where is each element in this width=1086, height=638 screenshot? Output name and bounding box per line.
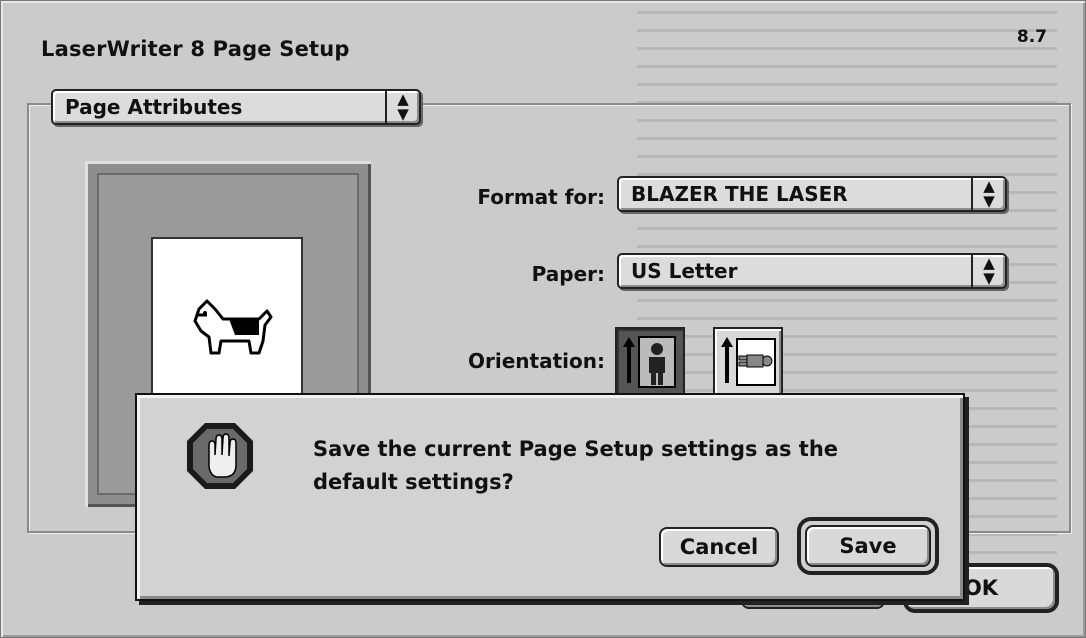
paper-label: Paper: bbox=[531, 262, 605, 286]
save-button-label: Save bbox=[839, 534, 897, 558]
format-for-value: BLAZER THE LASER bbox=[631, 182, 848, 206]
page-setup-window: LaserWriter 8 Page Setup 8.7 Page Attrib… bbox=[0, 0, 1086, 638]
dogcow-icon bbox=[193, 299, 273, 355]
popup-arrows-icon: ▲ ▼ bbox=[971, 178, 1005, 210]
popup-arrows-icon: ▲ ▼ bbox=[971, 255, 1005, 287]
cancel-button-label: Cancel bbox=[679, 535, 759, 559]
format-for-label: Format for: bbox=[477, 185, 605, 209]
page-attributes-popup[interactable]: Page Attributes ▲ ▼ bbox=[51, 89, 421, 125]
paper-popup[interactable]: US Letter ▲ ▼ bbox=[617, 253, 1007, 289]
format-for-popup[interactable]: BLAZER THE LASER ▲ ▼ bbox=[617, 176, 1007, 212]
paper-value: US Letter bbox=[631, 259, 738, 283]
page-attributes-popup-label: Page Attributes bbox=[65, 95, 243, 119]
save-button-default-ring: Save bbox=[797, 517, 939, 575]
save-button[interactable]: Save bbox=[805, 525, 931, 567]
window-title: LaserWriter 8 Page Setup bbox=[41, 37, 350, 61]
popup-arrows-icon: ▲ ▼ bbox=[385, 91, 419, 123]
orientation-portrait-button[interactable] bbox=[615, 327, 685, 397]
orientation-landscape-button[interactable] bbox=[713, 327, 783, 397]
stop-icon bbox=[187, 423, 253, 489]
orientation-label: Orientation: bbox=[468, 349, 605, 373]
ok-button-label: OK bbox=[963, 576, 999, 600]
cancel-button[interactable]: Cancel bbox=[659, 527, 779, 567]
landscape-orientation-icon bbox=[721, 337, 776, 386]
version-label: 8.7 bbox=[1016, 27, 1047, 47]
alert-message: Save the current Page Setup settings as … bbox=[313, 437, 839, 494]
portrait-orientation-icon bbox=[623, 336, 676, 388]
save-defaults-alert: Save the current Page Setup settings as … bbox=[135, 393, 965, 601]
